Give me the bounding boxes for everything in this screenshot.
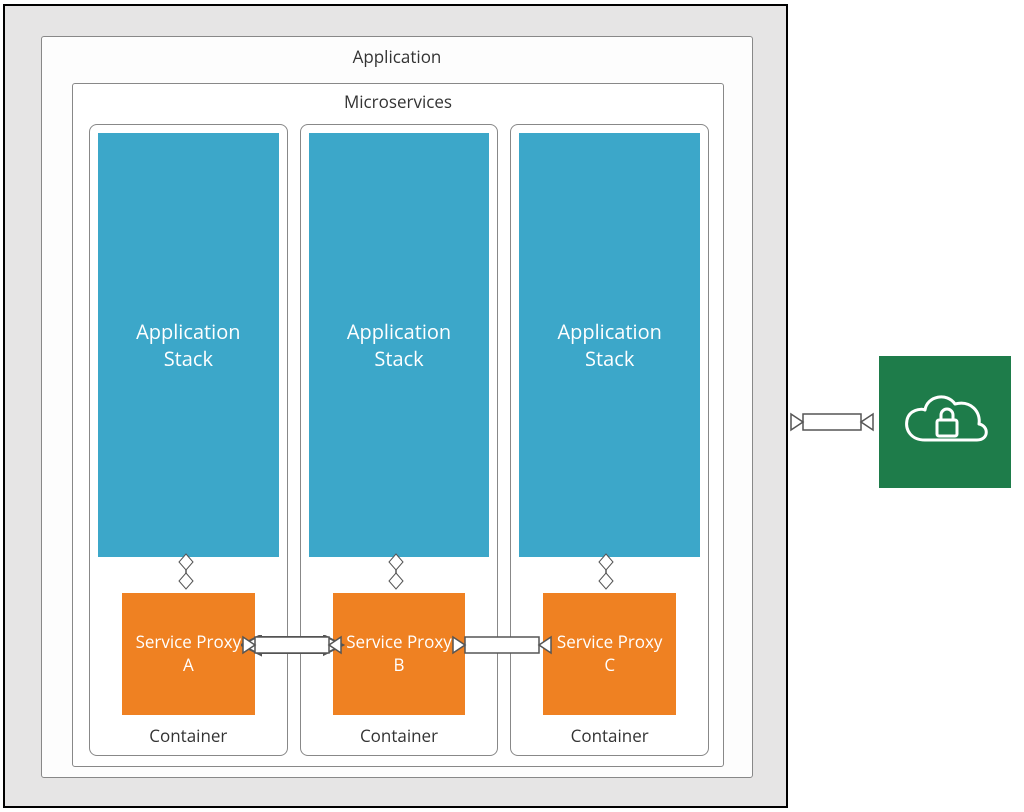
container-label-b: Container — [301, 724, 498, 747]
application-title: Application — [42, 37, 752, 80]
container-box-c: ApplicationStack Service ProxyC Containe… — [510, 124, 709, 756]
secure-cloud-icon — [895, 382, 995, 462]
service-proxy-c: Service ProxyC — [543, 593, 676, 715]
container-box-b: ApplicationStack Service ProxyB Containe… — [300, 124, 499, 756]
app-stack-b: ApplicationStack — [309, 133, 490, 557]
app-stack-c: ApplicationStack — [519, 133, 700, 557]
app-to-cloud-connector — [791, 414, 873, 430]
outer-frame: Application Microservices ApplicationSta… — [3, 4, 788, 808]
microservices-box: Microservices ApplicationStack Service P… — [72, 83, 724, 767]
service-proxy-a: Service ProxyA — [122, 593, 255, 715]
application-box: Application Microservices ApplicationSta… — [41, 36, 753, 778]
containers-row: ApplicationStack Service ProxyA Containe… — [89, 124, 709, 756]
container-box-a: ApplicationStack Service ProxyA Containe… — [89, 124, 288, 756]
container-label-c: Container — [511, 724, 708, 747]
microservices-title: Microservices — [73, 84, 723, 121]
container-label-a: Container — [90, 724, 287, 747]
secure-cloud-service — [879, 356, 1011, 488]
app-stack-a: ApplicationStack — [98, 133, 279, 557]
service-proxy-b: Service ProxyB — [333, 593, 466, 715]
